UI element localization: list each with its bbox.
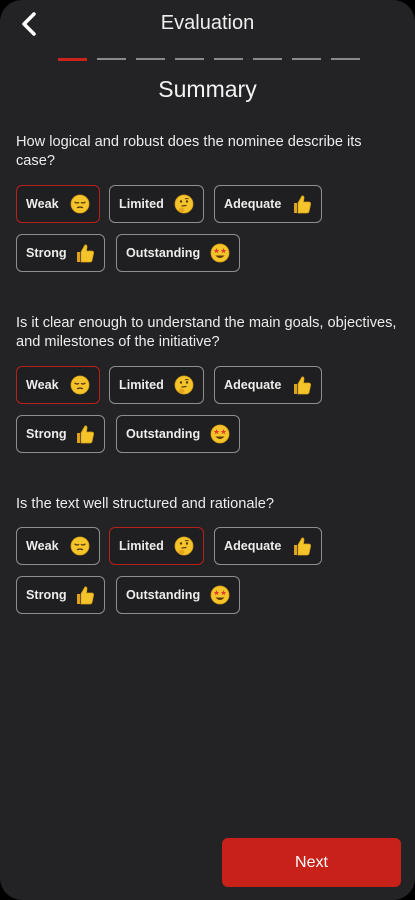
- thinking-face-icon: [173, 374, 195, 399]
- option-label: Weak: [26, 539, 59, 553]
- question-1-text: How logical and robust does the nominee …: [16, 134, 362, 169]
- option-label: Strong: [26, 588, 67, 602]
- thumbs-up-icon: [74, 423, 96, 448]
- q1-option-adequate[interactable]: Adequate: [214, 185, 322, 223]
- q1-option-limited[interactable]: Limited: [109, 185, 204, 223]
- progress-step: [214, 58, 243, 60]
- pensive-face-icon: [69, 193, 91, 218]
- option-label: Outstanding: [126, 588, 201, 602]
- q1-option-strong[interactable]: Strong: [16, 234, 105, 272]
- option-label: Adequate: [224, 378, 282, 392]
- option-label: Limited: [119, 197, 164, 211]
- option-label: Adequate: [224, 197, 282, 211]
- q3-option-outstanding[interactable]: Outstanding: [116, 576, 240, 614]
- q2-option-weak[interactable]: Weak: [16, 366, 100, 404]
- thumbs-up-icon: [291, 374, 313, 399]
- q1-option-outstanding[interactable]: Outstanding: [116, 234, 240, 272]
- pensive-face-icon: [69, 374, 91, 399]
- option-label: Weak: [26, 378, 59, 392]
- q2-option-adequate[interactable]: Adequate: [214, 366, 322, 404]
- summary-heading: Summary: [158, 76, 257, 102]
- star-struck-icon: [209, 584, 231, 609]
- option-label: Strong: [26, 246, 67, 260]
- option-label: Outstanding: [126, 246, 201, 260]
- option-label: Limited: [119, 378, 164, 392]
- evaluation-screen: Evaluation Summary How logical and robus…: [0, 0, 415, 900]
- thinking-face-icon: [173, 193, 195, 218]
- q2-option-limited[interactable]: Limited: [109, 366, 204, 404]
- progress-step: [292, 58, 321, 60]
- q3-option-strong[interactable]: Strong: [16, 576, 105, 614]
- thumbs-up-icon: [74, 584, 96, 609]
- star-struck-icon: [209, 423, 231, 448]
- q1-option-weak[interactable]: Weak: [16, 185, 100, 223]
- pensive-face-icon: [69, 535, 91, 560]
- option-label: Adequate: [224, 539, 282, 553]
- progress-step: [58, 58, 87, 61]
- progress-step: [253, 58, 282, 60]
- question-3-text: Is the text well structured and rational…: [16, 496, 274, 512]
- next-button[interactable]: Next: [222, 838, 401, 887]
- progress-step: [136, 58, 165, 60]
- header: Evaluation: [0, 0, 415, 46]
- option-label: Weak: [26, 197, 59, 211]
- thumbs-up-icon: [74, 242, 96, 267]
- q3-option-limited[interactable]: Limited: [109, 527, 204, 565]
- thumbs-up-icon: [291, 535, 313, 560]
- progress-step: [97, 58, 126, 60]
- q3-option-weak[interactable]: Weak: [16, 527, 100, 565]
- progress-step: [175, 58, 204, 60]
- q2-option-strong[interactable]: Strong: [16, 415, 105, 453]
- thinking-face-icon: [173, 535, 195, 560]
- question-2-text: Is it clear enough to understand the mai…: [16, 315, 397, 350]
- option-label: Strong: [26, 427, 67, 441]
- option-label: Limited: [119, 539, 164, 553]
- q2-option-outstanding[interactable]: Outstanding: [116, 415, 240, 453]
- star-struck-icon: [209, 242, 231, 267]
- q3-option-adequate[interactable]: Adequate: [214, 527, 322, 565]
- thumbs-up-icon: [291, 193, 313, 218]
- option-label: Outstanding: [126, 427, 201, 441]
- page-title: Evaluation: [160, 12, 255, 34]
- progress-step: [331, 58, 360, 60]
